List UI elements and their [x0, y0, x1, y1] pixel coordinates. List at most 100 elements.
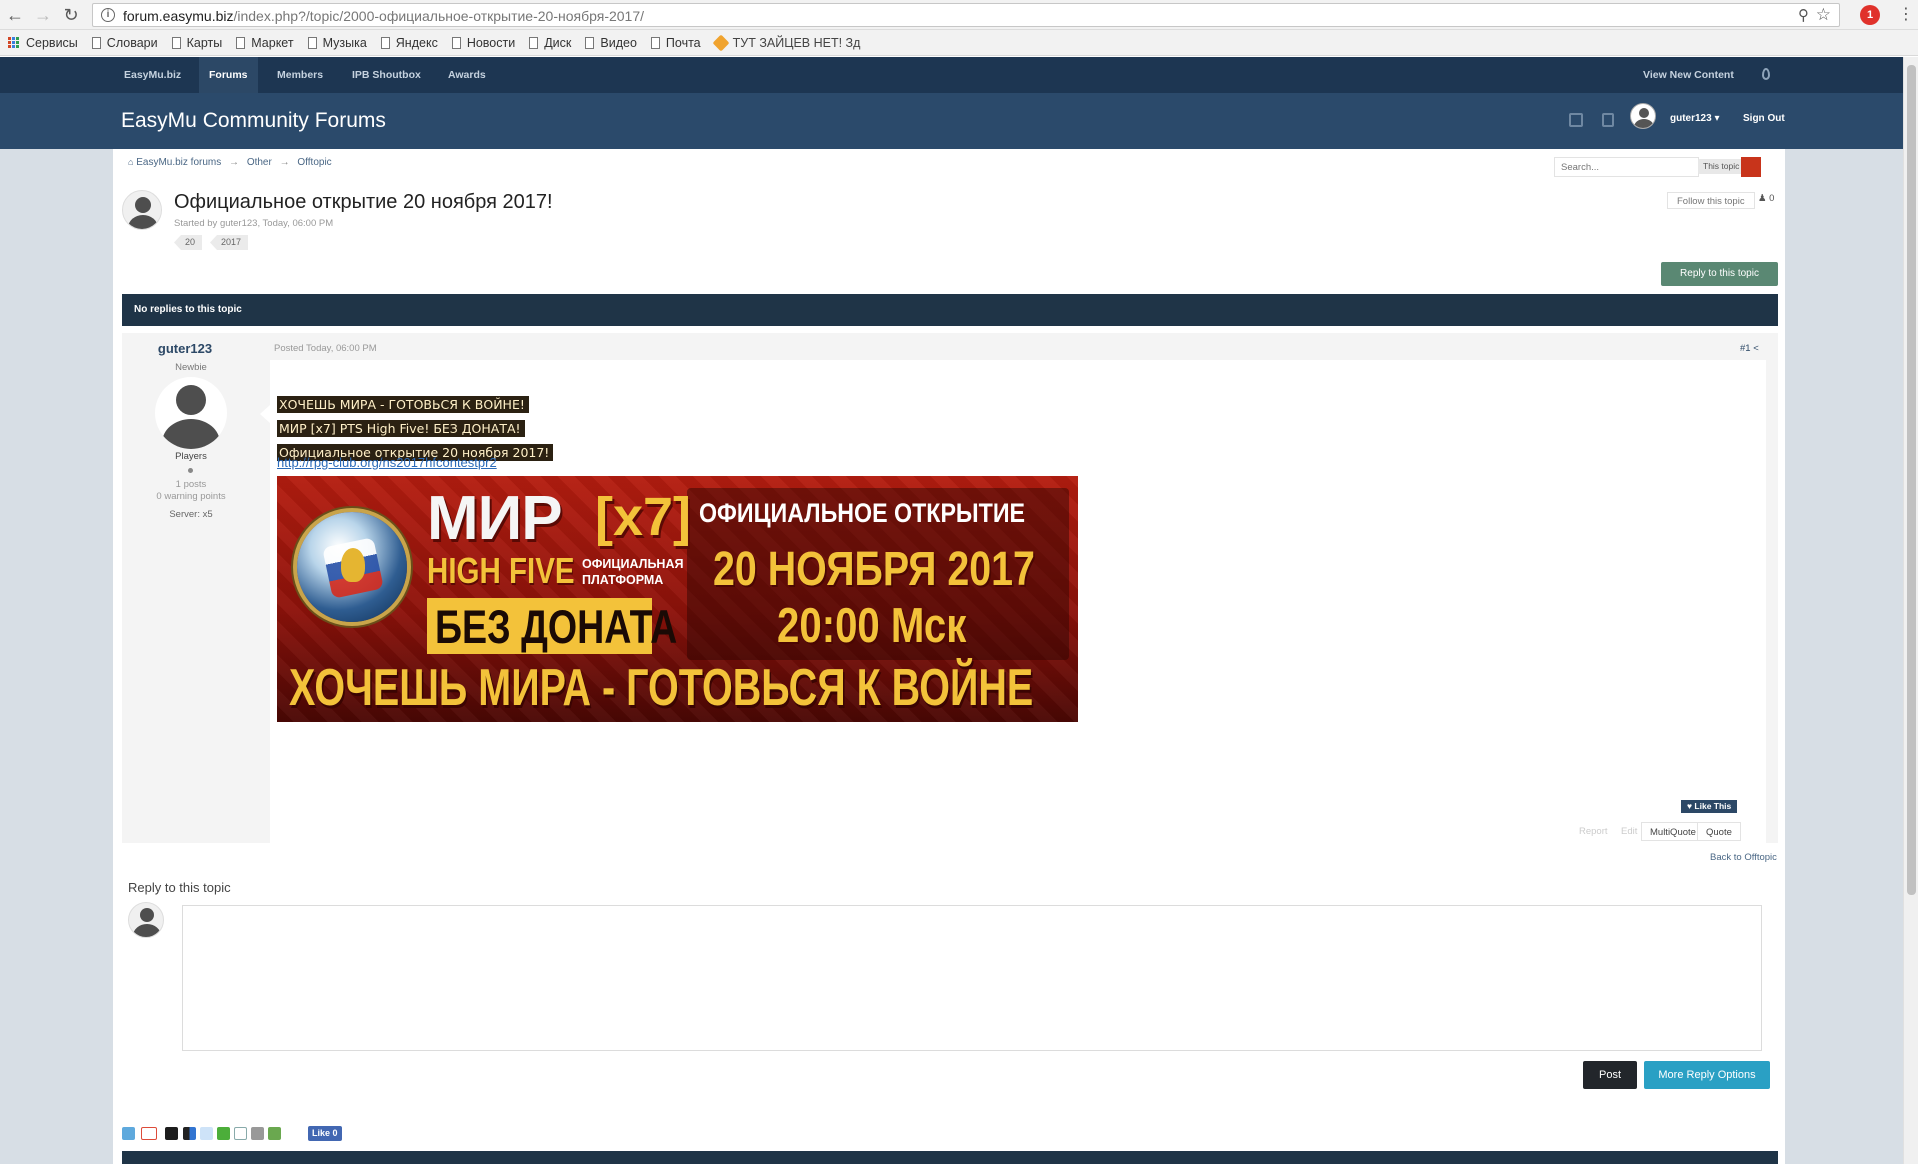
browser-menu-icon[interactable]: ⋮: [1898, 6, 1914, 24]
author-avatar[interactable]: [155, 377, 227, 449]
scrollbar-thumb[interactable]: [1907, 65, 1916, 895]
reddit-icon[interactable]: [200, 1127, 213, 1140]
breadcrumb-home[interactable]: EasyMu.biz forums: [136, 157, 221, 168]
bookmark-dictionaries[interactable]: Словари: [91, 35, 158, 50]
bookmark-music[interactable]: Музыка: [307, 36, 367, 50]
zoom-icon[interactable]: ⚲: [1798, 6, 1809, 24]
url-text[interactable]: forum.easymu.biz/index.php?/topic/2000-о…: [123, 8, 644, 24]
tag-20[interactable]: 20: [174, 235, 203, 250]
back-arrow-icon[interactable]: ←: [4, 4, 26, 26]
post-line-1: ХОЧЕШЬ МИРА - ГОТОВЬСЯ К ВОЙНЕ!: [277, 396, 529, 413]
user-avatar[interactable]: [1630, 103, 1656, 129]
follow-topic-button[interactable]: Follow this topic: [1667, 192, 1755, 209]
page-icon: [307, 36, 317, 49]
info-icon[interactable]: i: [101, 8, 115, 22]
breadcrumb-offtopic[interactable]: Offtopic: [297, 157, 331, 168]
bookmark-mail[interactable]: Почта: [650, 36, 701, 50]
digg-icon[interactable]: [165, 1127, 178, 1140]
url-domain: forum.easymu.biz: [123, 8, 234, 24]
search-submit-button[interactable]: [1741, 157, 1761, 177]
reply-editor[interactable]: [182, 905, 1762, 1051]
tag-2017[interactable]: 2017: [210, 235, 249, 250]
email-icon[interactable]: [234, 1127, 247, 1140]
followers-icon: ♟: [1758, 193, 1767, 204]
bookmark-label: Новости: [466, 35, 516, 50]
more-reply-options-button[interactable]: More Reply Options: [1644, 1061, 1770, 1089]
bookmark-label: Видео: [600, 35, 637, 50]
report-button[interactable]: Report: [1571, 822, 1616, 841]
promo-banner-image[interactable]: МИР [x7] HIGH FIVE ОФИЦИАЛЬНАЯ ПЛАТФОРМА …: [277, 476, 1078, 722]
bookmark-disk[interactable]: Диск: [529, 36, 571, 50]
back-to-offtopic-link[interactable]: Back to Offtopic: [1710, 852, 1777, 863]
nav-members[interactable]: Members: [277, 57, 323, 93]
delicious-icon[interactable]: [183, 1127, 196, 1140]
nav-forums[interactable]: Forums: [199, 57, 258, 93]
no-replies-bar: No replies to this topic: [122, 294, 1778, 326]
twitter-icon[interactable]: [122, 1127, 135, 1140]
nav-easymu[interactable]: EasyMu.biz: [124, 57, 181, 93]
bookmark-maps[interactable]: Карты: [171, 35, 223, 50]
bookmark-market[interactable]: Маркет: [236, 35, 294, 50]
breadcrumb-other[interactable]: Other: [247, 157, 272, 168]
globe-emblem-icon: [297, 512, 407, 622]
topic-title: Официальное открытие 20 ноября 2017!: [174, 191, 553, 213]
bookmark-label: Словари: [106, 35, 158, 50]
bookmark-custom[interactable]: ТУТ ЗАЙЦЕВ НЕТ! Зд: [712, 34, 860, 51]
view-new-content-link[interactable]: View New Content: [1643, 57, 1734, 93]
site-title[interactable]: EasyMu Community Forums: [121, 109, 386, 133]
author-rank: Newbie: [175, 362, 207, 373]
banner-no-donate: БЕЗ ДОНАТА: [435, 600, 678, 653]
page-icon: [91, 36, 101, 49]
forward-arrow-icon[interactable]: →: [32, 4, 54, 26]
banner-x7: [x7]: [595, 487, 692, 547]
bookmark-news[interactable]: Новости: [451, 35, 516, 50]
bookmark-label: Маркет: [251, 35, 294, 50]
like-this-button[interactable]: ♥ Like This: [1681, 800, 1738, 813]
bookmark-yandex[interactable]: Яндекс: [380, 35, 438, 50]
nav-awards[interactable]: Awards: [448, 57, 486, 93]
download-icon[interactable]: [268, 1127, 281, 1140]
page-icon: [529, 36, 539, 49]
user-menu[interactable]: guter123 ▾: [1670, 113, 1719, 124]
print-icon[interactable]: [251, 1127, 264, 1140]
post-link[interactable]: http://rpg-club.org/ns2017hfcontestpr2: [277, 455, 497, 470]
search-input[interactable]: [1555, 158, 1695, 176]
reload-icon[interactable]: ↻: [60, 4, 82, 26]
bookmark-star-icon[interactable]: ☆: [1816, 5, 1831, 25]
post-button[interactable]: Post: [1583, 1061, 1637, 1089]
bookmark-label: Яндекс: [395, 35, 438, 50]
bookmark-video[interactable]: Видео: [585, 36, 637, 50]
banner-platform-line2: ПЛАТФОРМА: [582, 572, 664, 587]
banner-high-five: HIGH FIVE: [427, 550, 575, 591]
author-name-link[interactable]: guter123: [122, 341, 248, 356]
page-scrollbar[interactable]: [1903, 57, 1918, 1164]
bookmark-label: Карты: [186, 35, 223, 50]
reply-to-topic-button[interactable]: Reply to this topic: [1661, 262, 1778, 286]
inbox-icon[interactable]: [1569, 113, 1583, 127]
bookmark-services[interactable]: Сервисы: [8, 36, 78, 50]
multiquote-button[interactable]: MultiQuote: [1641, 822, 1705, 841]
notifications-icon[interactable]: [1602, 113, 1614, 127]
page-viewport: EasyMu.biz Forums Members IPB Shoutbox A…: [0, 57, 1918, 1164]
share-icon[interactable]: <: [1753, 343, 1759, 354]
extension-icon[interactable]: 1: [1860, 5, 1880, 25]
topic-meta: Started by guter123, Today, 06:00 PM: [174, 218, 334, 229]
home-icon: ⌂: [128, 157, 134, 167]
author-warning-points: 0 warning points: [156, 491, 226, 502]
post-number-link[interactable]: #1: [1740, 343, 1751, 354]
quote-button[interactable]: Quote: [1697, 822, 1741, 841]
nav-ipb-shoutbox[interactable]: IPB Shoutbox: [352, 57, 421, 93]
facebook-like-button[interactable]: Like 0: [308, 1126, 342, 1141]
topic-starter-avatar[interactable]: [122, 190, 162, 230]
also-tagged-bar: [122, 1151, 1778, 1164]
address-bar[interactable]: i forum.easymu.biz/index.php?/topic/2000…: [92, 3, 1840, 27]
bookmark-label: Сервисы: [26, 35, 78, 50]
banner-platform-line1: ОФИЦИАЛЬНАЯ: [582, 557, 684, 571]
map-pin-icon[interactable]: [1762, 68, 1770, 80]
stumbleupon-icon[interactable]: [217, 1127, 230, 1140]
sign-out-link[interactable]: Sign Out: [1743, 113, 1785, 124]
author-server: Server: x5: [169, 509, 213, 520]
search-scope-toggle[interactable]: This topic: [1698, 159, 1745, 174]
google-plus-icon[interactable]: [141, 1127, 157, 1140]
page-icon: [650, 36, 660, 49]
